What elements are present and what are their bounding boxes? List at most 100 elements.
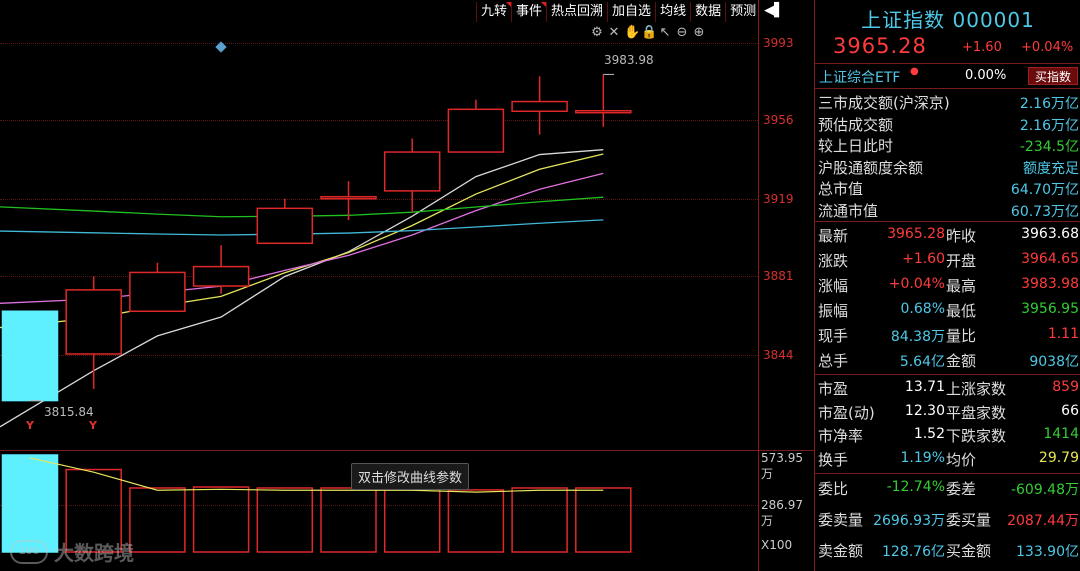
hand-icon[interactable]: ✋ bbox=[624, 25, 640, 40]
buy-index-button[interactable]: 买指数 bbox=[1028, 67, 1078, 85]
market-stat-value: 额度充足 bbox=[1023, 160, 1079, 177]
order_grid-row: 委卖量 2696.93万 委买量 2087.44万 bbox=[815, 509, 1080, 531]
field-label: 振幅 bbox=[818, 302, 849, 320]
jiuzhuan-button[interactable]: 九转 bbox=[476, 2, 512, 22]
forecast-button[interactable]: 预测 bbox=[725, 2, 760, 22]
y-marker: Y bbox=[26, 419, 34, 432]
field-label: 总手 bbox=[818, 352, 849, 370]
zoom-in-icon[interactable]: ⊕ bbox=[692, 25, 706, 40]
field-label: 市盈 bbox=[818, 380, 849, 398]
candle-body bbox=[129, 271, 186, 313]
field-value: 1414 bbox=[1043, 426, 1079, 442]
market-stat-label: 预估成交额 bbox=[818, 115, 894, 134]
field-label: 平盘家数 bbox=[946, 403, 1007, 422]
chart-tool-icons: ⚙ ✕ ✋ 🔒 ↖ ⊖ ⊕ bbox=[590, 25, 706, 40]
field-value: -609.48万 bbox=[1010, 482, 1079, 498]
market-stat-row: 较上日此时 -234.5亿 bbox=[815, 135, 1080, 156]
breadth_grid-row: 市盈(动) 12.30 平盘家数 66 bbox=[815, 402, 1080, 424]
data-button[interactable]: 数据 bbox=[690, 2, 725, 22]
cross-icon[interactable]: ✕ bbox=[607, 25, 621, 40]
field-label: 换手 bbox=[818, 450, 849, 469]
breadth_grid-row: 换手 1.19% 均价 29.79 bbox=[815, 449, 1080, 471]
volume-bar bbox=[192, 486, 250, 553]
index-title: 上证指数 000001 bbox=[861, 8, 1035, 32]
lock-icon[interactable]: 🔒 bbox=[641, 25, 657, 40]
watermark-logo: 100 bbox=[10, 539, 48, 564]
field-value: 1.19% bbox=[900, 449, 945, 466]
volume-tick: 286.97万 bbox=[761, 498, 803, 528]
market-stat-label: 总市值 bbox=[818, 180, 864, 198]
price-change: +1.60 bbox=[962, 40, 1002, 55]
market-stat-row: 沪股通额度余额 额度充足 bbox=[815, 157, 1080, 178]
settings-icon[interactable]: ⚙ bbox=[590, 25, 604, 40]
last-price: 3965.28 bbox=[833, 34, 927, 58]
quote_grid-row: 涨跌 +1.60 开盘 3964.65 bbox=[815, 250, 1080, 272]
order_grid-row: 卖金额 128.76亿 买金额 133.90亿 bbox=[815, 540, 1080, 562]
candle-body bbox=[575, 109, 632, 114]
etf-name[interactable]: 上证综合ETF bbox=[819, 67, 900, 87]
market-stat-value: 60.73万亿 bbox=[1010, 203, 1079, 220]
etf-row[interactable]: 上证综合ETF ● 0.00% 买指数 bbox=[815, 66, 1080, 86]
market-stat-value: 64.70万亿 bbox=[1010, 182, 1079, 198]
add-watchlist-button[interactable]: 加自选 bbox=[607, 2, 655, 22]
etf-percent: 0.00% bbox=[965, 68, 1007, 83]
quote_grid-row: 涨幅 +0.04% 最高 3983.98 bbox=[815, 275, 1080, 297]
quote_grid-row: 现手 84.38万 量比 1.11 bbox=[815, 325, 1080, 347]
hotspot-review-button[interactable]: 热点回溯 bbox=[546, 2, 607, 22]
field-value: 133.90亿 bbox=[1016, 544, 1079, 560]
market-stat-row: 总市值 64.70万亿 bbox=[815, 178, 1080, 199]
divider bbox=[815, 63, 1080, 64]
divider bbox=[815, 88, 1080, 89]
volume-bar bbox=[320, 487, 377, 553]
quote-info-panel: 上证指数 000001 3965.28 +1.60 +0.04% 上证综合ETF… bbox=[814, 0, 1080, 571]
field-label: 现手 bbox=[818, 327, 849, 345]
field-value: +0.04% bbox=[888, 276, 945, 292]
field-label: 最低 bbox=[946, 302, 977, 320]
quote_grid-row: 最新 3965.28 昨收 3963.68 bbox=[815, 225, 1080, 247]
zoom-out-icon[interactable]: ⊖ bbox=[675, 25, 689, 40]
market-stat-label: 较上日此时 bbox=[818, 137, 894, 155]
volume-bar bbox=[511, 487, 568, 553]
price-tick: 3993 bbox=[763, 36, 794, 50]
field-value: 13.71 bbox=[904, 379, 945, 395]
chart-toolbar: 九转 事件 热点回溯 加自选 均线 数据 预测 ◀▌ bbox=[476, 2, 788, 22]
field-value: 0.68% bbox=[900, 301, 945, 317]
ma5-line bbox=[0, 149, 604, 428]
field-value: 3956.95 bbox=[1021, 301, 1079, 317]
field-value: 12.30 bbox=[904, 402, 945, 419]
price-axis: 3993 3956 3919 3881 3844 573.95万 286.97万… bbox=[758, 0, 814, 571]
field-label: 涨幅 bbox=[818, 277, 849, 295]
price-tick: 3844 bbox=[763, 348, 794, 362]
price-change-percent: +0.04% bbox=[1021, 40, 1074, 55]
field-label: 委买量 bbox=[946, 511, 992, 529]
market-stat-value: 2.16万亿 bbox=[1019, 96, 1079, 112]
field-value: 128.76亿 bbox=[882, 544, 945, 560]
candle-body bbox=[447, 108, 505, 153]
watermark: 100 大数跨境 bbox=[10, 537, 134, 566]
field-label: 市盈(动) bbox=[818, 403, 875, 422]
market-stat-label: 流通市值 bbox=[818, 201, 879, 220]
cursor-icon[interactable]: ↖ bbox=[658, 25, 672, 40]
events-button[interactable]: 事件 bbox=[511, 2, 547, 22]
candle-body bbox=[511, 100, 568, 113]
field-value: 2696.93万 bbox=[873, 513, 945, 529]
quote-summary: 3965.28 +1.60 +0.04% bbox=[815, 34, 1080, 60]
candle-body bbox=[256, 207, 314, 245]
field-label: 委比 bbox=[818, 480, 849, 498]
low-annotation: 3815.84 bbox=[44, 405, 94, 419]
divider bbox=[815, 221, 1080, 222]
field-label: 金额 bbox=[946, 352, 977, 370]
field-label: 最高 bbox=[946, 277, 977, 295]
breadth_grid-row: 市净率 1.52 下跌家数 1414 bbox=[815, 425, 1080, 447]
price-tick: 3919 bbox=[763, 192, 794, 206]
high-annotation: 3983.98 bbox=[604, 53, 654, 67]
candle-body bbox=[383, 151, 441, 192]
field-value: 84.38万 bbox=[890, 329, 945, 345]
field-value: 5.64亿 bbox=[899, 354, 945, 370]
market-stat-label: 三市成交额(沪深京) bbox=[818, 94, 950, 112]
kline-chart-panel[interactable]: 九转 事件 热点回溯 加自选 均线 数据 预测 ◀▌ ⚙ ✕ ✋ 🔒 ↖ ⊖ ⊕… bbox=[0, 0, 814, 571]
candle-body bbox=[192, 265, 250, 287]
volume-bar bbox=[383, 487, 441, 553]
moving-average-button[interactable]: 均线 bbox=[655, 2, 690, 22]
quote_grid-row: 总手 5.64亿 金额 9038亿 bbox=[815, 350, 1080, 372]
